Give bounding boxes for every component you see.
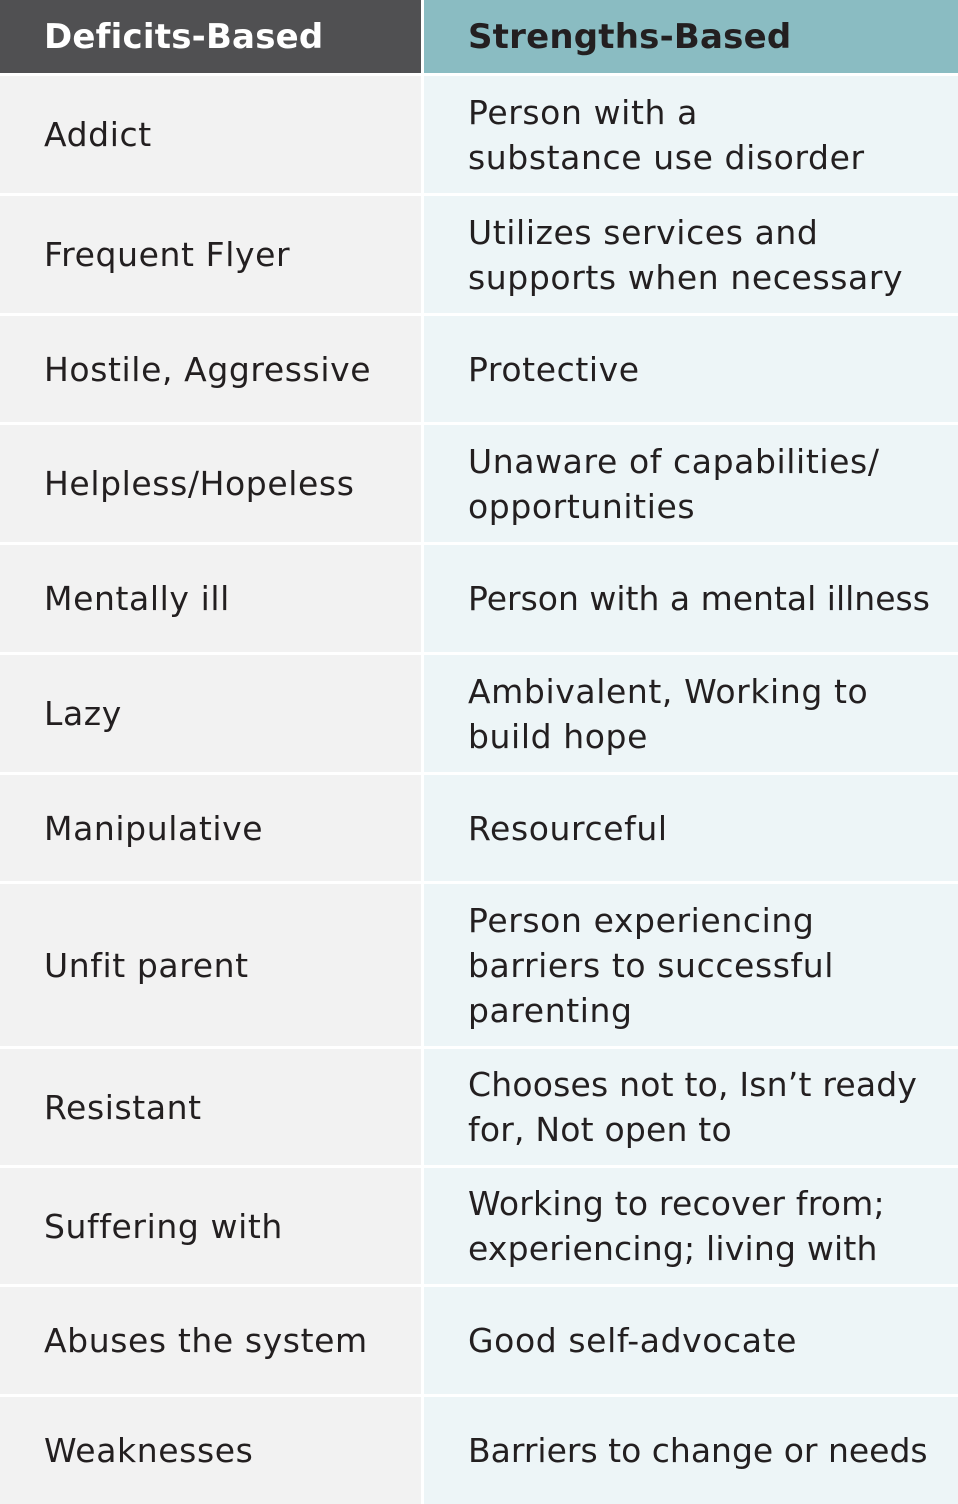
deficits-vs-strengths-table: Deficits-Based Strengths-Based Addict Pe… xyxy=(0,0,958,1504)
strength-cell: Ambivalent, Working to build hope xyxy=(424,655,958,772)
table-row: Unfit parent Person experiencing barrier… xyxy=(0,884,958,1046)
table-header-row: Deficits-Based Strengths-Based xyxy=(0,0,958,73)
deficit-cell: Manipulative xyxy=(0,775,421,881)
table-row: Resistant Chooses not to, Isn’t ready fo… xyxy=(0,1049,958,1165)
strength-cell: Chooses not to, Isn’t ready for, Not ope… xyxy=(424,1049,958,1165)
deficit-cell: Frequent Flyer xyxy=(0,196,421,313)
strength-cell: Unaware of capabilities/ opportunities xyxy=(424,425,958,542)
header-strengths-based: Strengths-Based xyxy=(424,0,958,73)
deficit-cell: Resistant xyxy=(0,1049,421,1165)
deficit-cell: Suffering with xyxy=(0,1168,421,1284)
deficit-cell: Weaknesses xyxy=(0,1397,421,1504)
table-row: Lazy Ambivalent, Working to build hope xyxy=(0,655,958,772)
table-row: Abuses the system Good self-advocate xyxy=(0,1287,958,1394)
header-deficits-based: Deficits-Based xyxy=(0,0,421,73)
deficit-cell: Lazy xyxy=(0,655,421,772)
table-row: Manipulative Resourceful xyxy=(0,775,958,881)
table-row: Mentally ill Person with a mental illnes… xyxy=(0,545,958,652)
table-row: Weaknesses Barriers to change or needs xyxy=(0,1397,958,1504)
strength-cell: Working to recover from; experiencing; l… xyxy=(424,1168,958,1284)
table-row: Helpless/Hopeless Unaware of capabilitie… xyxy=(0,425,958,542)
table-row: Addict Person with a substance use disor… xyxy=(0,76,958,193)
strength-cell: Person with a mental illness xyxy=(424,545,958,652)
table-row: Frequent Flyer Utilizes services and sup… xyxy=(0,196,958,313)
deficit-cell: Helpless/Hopeless xyxy=(0,425,421,542)
strength-cell: Barriers to change or needs xyxy=(424,1397,958,1504)
table-row: Suffering with Working to recover from; … xyxy=(0,1168,958,1284)
deficit-cell: Abuses the system xyxy=(0,1287,421,1394)
deficit-cell: Hostile, Aggressive xyxy=(0,316,421,422)
strength-cell: Person with a substance use disorder xyxy=(424,76,958,193)
strength-cell: Utilizes services and supports when nece… xyxy=(424,196,958,313)
strength-cell: Good self-advocate xyxy=(424,1287,958,1394)
deficit-cell: Addict xyxy=(0,76,421,193)
deficit-cell: Unfit parent xyxy=(0,884,421,1046)
strength-cell: Protective xyxy=(424,316,958,422)
strength-cell: Resourceful xyxy=(424,775,958,881)
strength-cell: Person experiencing barriers to successf… xyxy=(424,884,958,1046)
deficit-cell: Mentally ill xyxy=(0,545,421,652)
table-row: Hostile, Aggressive Protective xyxy=(0,316,958,422)
